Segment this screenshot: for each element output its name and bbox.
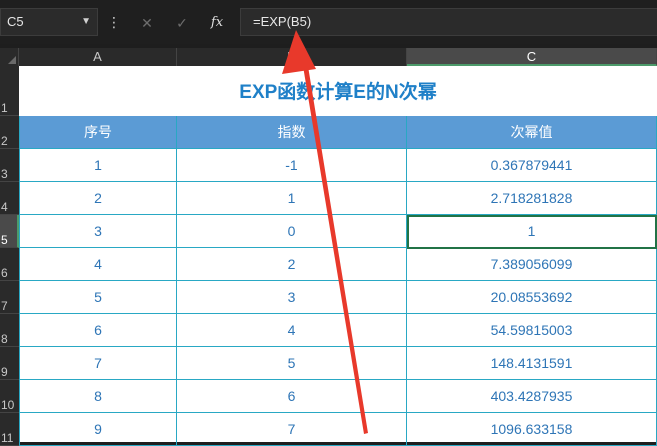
enter-icon[interactable]: ✓	[171, 12, 193, 34]
cell-index[interactable]: 8	[19, 380, 177, 413]
cell-exponent[interactable]: 7	[177, 413, 407, 446]
header-cell-power[interactable]: 次幂值	[407, 116, 657, 149]
cell-exponent[interactable]: 1	[177, 182, 407, 215]
cell-exponent[interactable]: 0	[177, 215, 407, 248]
table-row: 6 4 54.59815003	[19, 314, 657, 347]
cell-exponent[interactable]: 6	[177, 380, 407, 413]
cell-power[interactable]: 148.4131591	[407, 347, 657, 380]
cell-power[interactable]: 20.08553692	[407, 281, 657, 314]
column-header-a[interactable]: A	[19, 48, 177, 66]
table-row: 2 1 2.718281828	[19, 182, 657, 215]
cell-index[interactable]: 2	[19, 182, 177, 215]
table-header-row: 序号 指数 次幂值	[19, 116, 657, 149]
cell-exponent[interactable]: -1	[177, 149, 407, 182]
row-header-11[interactable]: 11	[0, 413, 19, 446]
name-box[interactable]: C5 ▼	[0, 8, 98, 36]
table-row: 7 5 148.4131591	[19, 347, 657, 380]
insert-function-icon[interactable]: fx	[206, 12, 228, 34]
cell-exponent[interactable]: 2	[177, 248, 407, 281]
cell-exponent[interactable]: 5	[177, 347, 407, 380]
name-box-value: C5	[7, 14, 24, 29]
column-header-c[interactable]: C	[407, 48, 657, 66]
cancel-icon[interactable]: ✕	[136, 12, 158, 34]
table-row: 8 6 403.4287935	[19, 380, 657, 413]
row-header-4[interactable]: 4	[0, 182, 19, 215]
row-header-5[interactable]: 5	[0, 215, 19, 248]
header-cell-exponent[interactable]: 指数	[177, 116, 407, 149]
table-row: 1 -1 0.367879441	[19, 149, 657, 182]
table-row: 4 2 7.389056099	[19, 248, 657, 281]
cell-index[interactable]: 3	[19, 215, 177, 248]
cell-exponent[interactable]: 3	[177, 281, 407, 314]
row-header-8[interactable]: 8	[0, 314, 19, 347]
row-header-6[interactable]: 6	[0, 248, 19, 281]
cell-exponent[interactable]: 4	[177, 314, 407, 347]
row-header-7[interactable]: 7	[0, 281, 19, 314]
cell-index[interactable]: 5	[19, 281, 177, 314]
cell-power[interactable]: 7.389056099	[407, 248, 657, 281]
row-header-9[interactable]: 9	[0, 347, 19, 380]
cell-index[interactable]: 1	[19, 149, 177, 182]
worksheet: EXP函数计算E的N次幂 序号 指数 次幂值 1 -1 0.367879441 …	[19, 66, 657, 446]
cell-power[interactable]: 1096.633158	[407, 413, 657, 446]
cell-power[interactable]: 54.59815003	[407, 314, 657, 347]
row-header-10[interactable]: 10	[0, 380, 19, 413]
row-header-3[interactable]: 3	[0, 149, 19, 182]
table-row: 5 3 20.08553692	[19, 281, 657, 314]
table-row: 9 7 1096.633158	[19, 413, 657, 446]
chevron-down-icon[interactable]: ▼	[81, 9, 91, 35]
cell-index[interactable]: 4	[19, 248, 177, 281]
cell-power[interactable]: 403.4287935	[407, 380, 657, 413]
more-options-icon[interactable]: ⋮	[107, 10, 121, 34]
cell-index[interactable]: 9	[19, 413, 177, 446]
table-row: 3 0 1	[19, 215, 657, 248]
cell-index[interactable]: 7	[19, 347, 177, 380]
header-cell-index[interactable]: 序号	[19, 116, 177, 149]
formula-bar: C5 ▼ ⋮ ✕ ✓ fx =EXP(B5)	[0, 0, 657, 44]
cell-power[interactable]: 2.718281828	[407, 182, 657, 215]
row-header-2[interactable]: 2	[0, 116, 19, 149]
column-header-b[interactable]: B	[177, 48, 407, 66]
row-header-1[interactable]: 1	[0, 66, 19, 116]
select-all-corner[interactable]	[0, 48, 19, 66]
cell-index[interactable]: 6	[19, 314, 177, 347]
formula-input[interactable]: =EXP(B5)	[240, 8, 657, 36]
table-title[interactable]: EXP函数计算E的N次幂	[19, 66, 657, 116]
cell-power[interactable]: 0.367879441	[407, 149, 657, 182]
cell-power[interactable]: 1	[407, 215, 657, 248]
